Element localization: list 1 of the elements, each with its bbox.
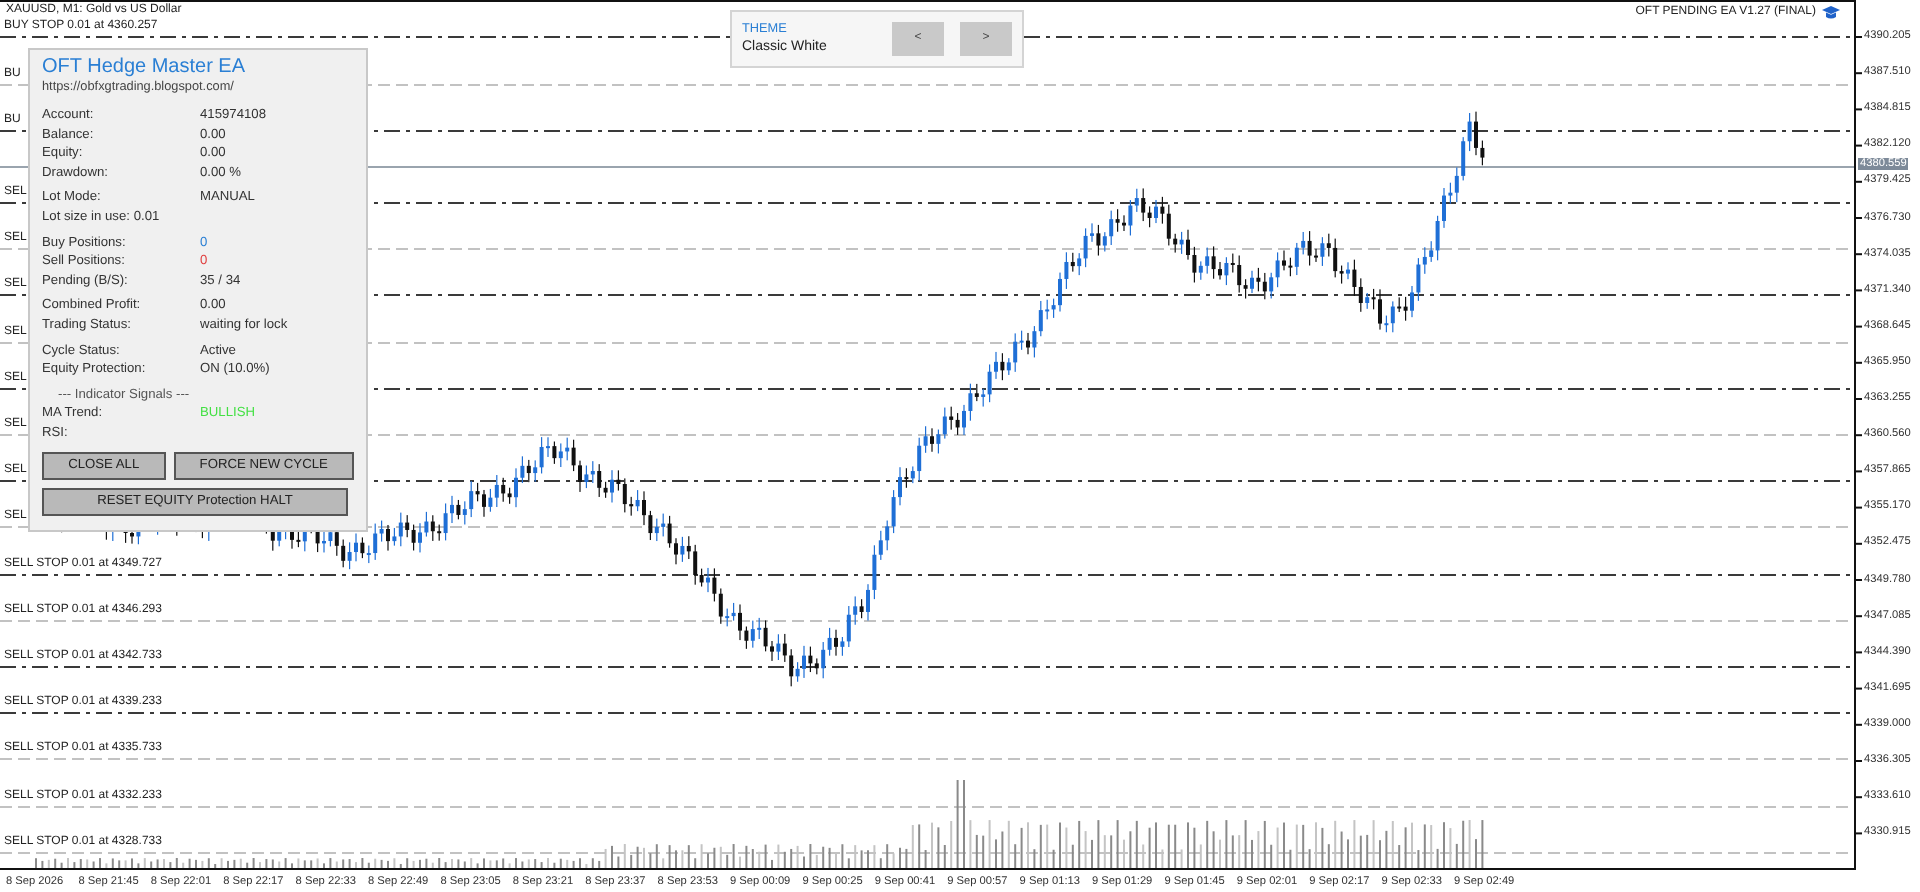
panel-title: OFT Hedge Master EA	[42, 56, 248, 80]
